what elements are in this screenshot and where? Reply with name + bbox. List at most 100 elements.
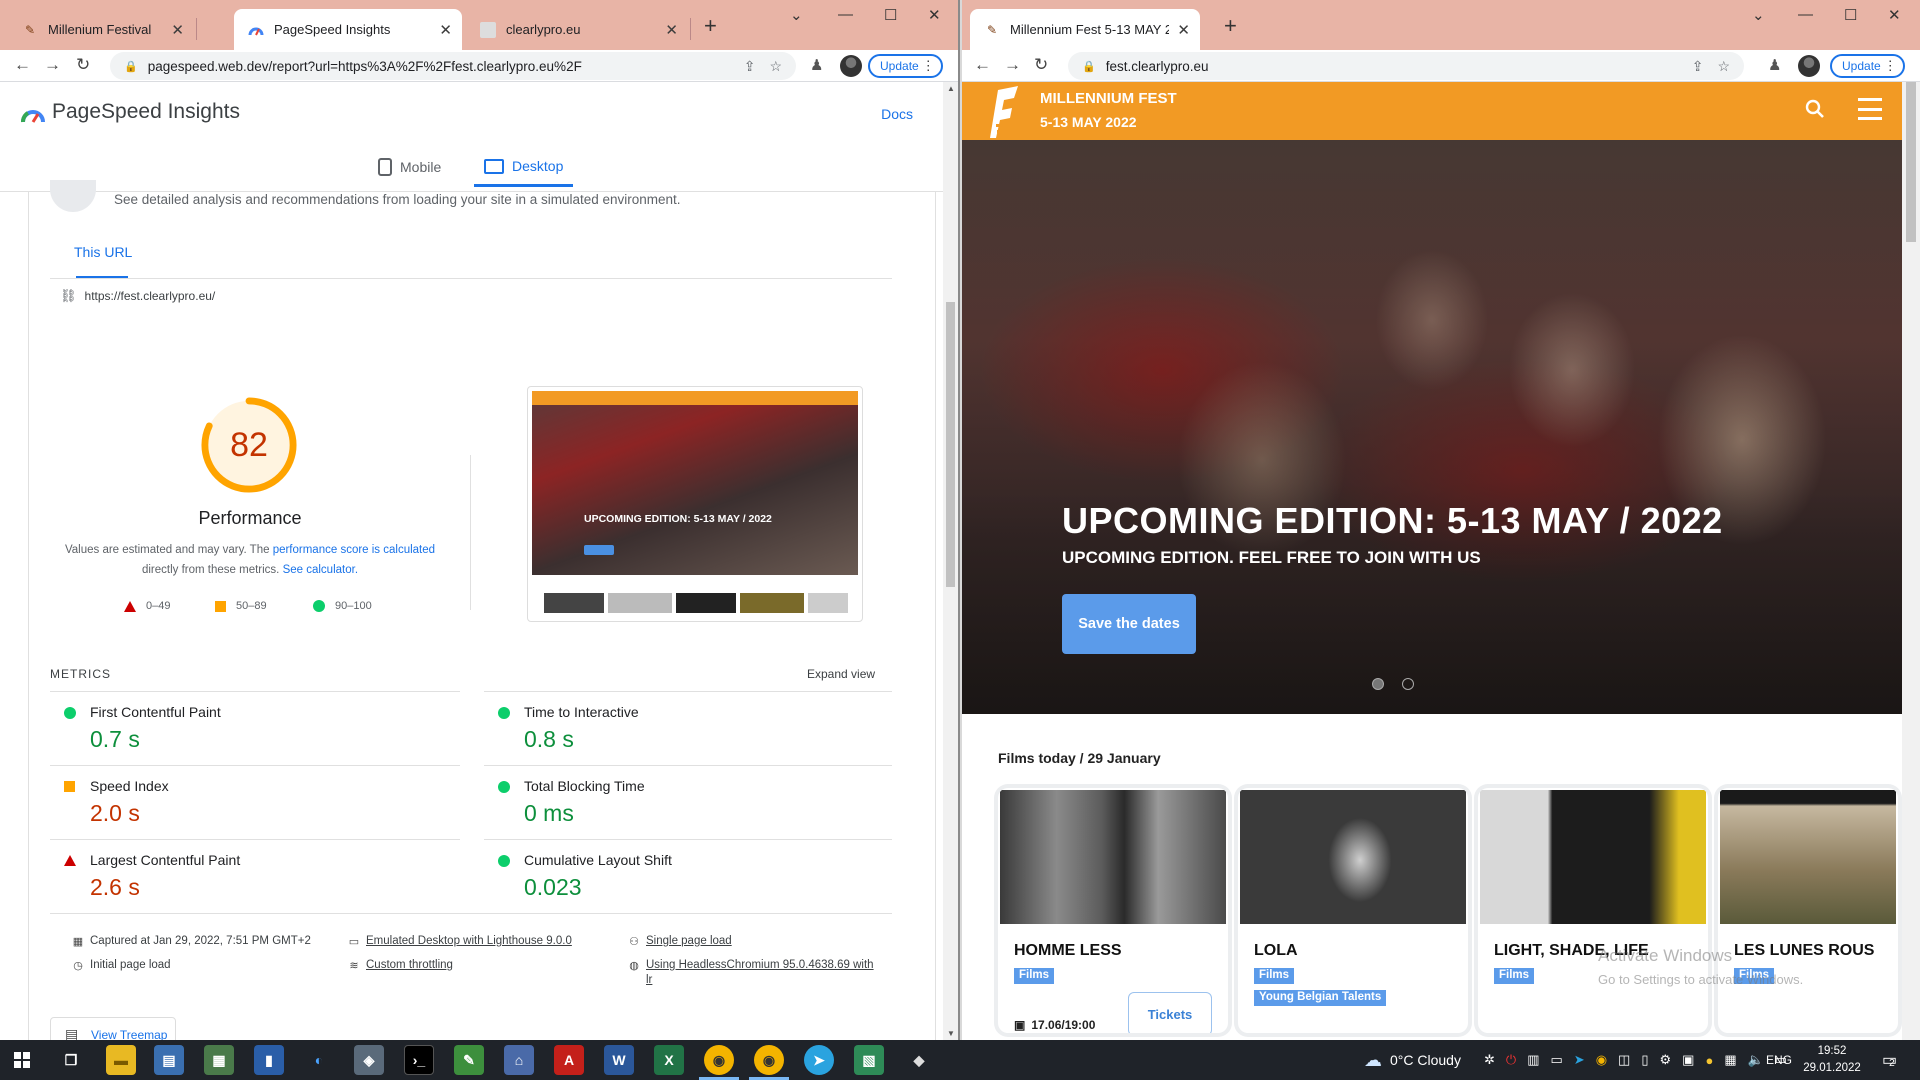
notepad-icon[interactable]: ✎ bbox=[454, 1045, 484, 1075]
film-card[interactable]: HOMME LESS Films ▣ 17.06/19:00 Tickets bbox=[998, 788, 1228, 1033]
close-tab-icon[interactable]: ✕ bbox=[171, 21, 184, 39]
address-bar[interactable]: 🔒 fest.clearlypro.eu ⇪ ☆ bbox=[1068, 52, 1744, 80]
word-icon[interactable]: W bbox=[604, 1045, 634, 1075]
tab-pagespeed-insights[interactable]: PageSpeed Insights ✕ bbox=[234, 9, 462, 50]
telegram-tray-icon[interactable]: ➤ bbox=[1574, 1052, 1585, 1068]
expand-view-button[interactable]: Expand view bbox=[807, 667, 875, 681]
app-icon[interactable]: ▧ bbox=[854, 1045, 884, 1075]
fest-title[interactable]: MILLENNIUM FEST bbox=[1040, 90, 1177, 107]
film-card[interactable]: LES LUNES ROUS Films bbox=[1718, 788, 1898, 1033]
view-treemap-button[interactable]: ▤ View Treemap bbox=[50, 1017, 176, 1040]
acrobat-icon[interactable]: A bbox=[554, 1045, 584, 1075]
app-icon[interactable]: ◈ bbox=[354, 1045, 384, 1075]
forward-icon[interactable]: → bbox=[44, 55, 61, 75]
notification-center[interactable]: ▭ 2 bbox=[1882, 1040, 1897, 1080]
network-app-icon[interactable]: ⌂ bbox=[504, 1045, 534, 1075]
terminal-icon[interactable]: ›_ bbox=[404, 1045, 434, 1075]
profile-avatar[interactable] bbox=[840, 55, 862, 77]
excel-icon[interactable]: X bbox=[654, 1045, 684, 1075]
tag-badge[interactable]: Young Belgian Talents bbox=[1254, 990, 1387, 1006]
profile-avatar[interactable] bbox=[1798, 55, 1820, 77]
update-button[interactable]: Update ⋮ bbox=[868, 54, 943, 78]
tray-icon[interactable]: ▭ bbox=[1551, 1052, 1563, 1068]
headless-chromium[interactable]: ◍ Using HeadlessChromium 95.0.4638.69 wi… bbox=[628, 959, 873, 986]
scrollbar-thumb[interactable] bbox=[1906, 82, 1916, 242]
tag-badge[interactable]: Films bbox=[1254, 968, 1295, 984]
tray-icon[interactable]: ✲ bbox=[1484, 1052, 1495, 1068]
address-bar[interactable]: 🔒 pagespeed.web.dev/report?url=https%3A%… bbox=[110, 52, 796, 80]
forward-icon[interactable]: → bbox=[1004, 55, 1021, 75]
tag-badge[interactable]: Films bbox=[1494, 968, 1535, 984]
edge-icon[interactable]: ◐ bbox=[304, 1045, 334, 1075]
save-the-dates-button[interactable]: Save the dates bbox=[1062, 594, 1196, 654]
file-explorer-icon[interactable]: ▬ bbox=[106, 1045, 136, 1075]
bookmark-star-icon[interactable]: ☆ bbox=[1717, 58, 1730, 75]
tray-icon[interactable]: ▣ bbox=[1682, 1052, 1694, 1068]
tab-this-url[interactable]: This URL bbox=[74, 244, 132, 260]
app-icon[interactable]: ▤ bbox=[154, 1045, 184, 1075]
share-icon[interactable]: ⇪ bbox=[744, 58, 756, 75]
extensions-icon[interactable]: ♟ bbox=[1768, 56, 1781, 74]
tab-millenium-festival[interactable]: ✎ Millenium Festival ✕ bbox=[8, 9, 194, 50]
close-window-button[interactable]: ✕ bbox=[928, 6, 941, 24]
carousel-dot[interactable] bbox=[1402, 678, 1414, 690]
film-card[interactable]: LIGHT, SHADE, LIFE Films bbox=[1478, 788, 1708, 1033]
new-tab-button[interactable]: + bbox=[704, 13, 717, 39]
chrome-icon[interactable]: ◉ bbox=[704, 1045, 734, 1075]
tray-icon[interactable]: ◫ bbox=[1618, 1052, 1630, 1068]
menu-dots-icon[interactable]: ⋮ bbox=[1884, 58, 1897, 74]
app-icon[interactable]: ◆ bbox=[904, 1045, 934, 1075]
tray-icon[interactable]: ▥ bbox=[1527, 1052, 1539, 1068]
carousel-dot-active[interactable] bbox=[1372, 678, 1384, 690]
tray-icon[interactable]: ▯ bbox=[1641, 1052, 1648, 1068]
tickets-button[interactable]: Tickets bbox=[1128, 992, 1212, 1033]
close-tab-icon[interactable]: ✕ bbox=[439, 21, 452, 39]
see-calculator-link[interactable]: See calculator. bbox=[283, 564, 358, 576]
bookmark-star-icon[interactable]: ☆ bbox=[769, 58, 782, 75]
scrollbar[interactable]: ▲ ▼ bbox=[943, 82, 958, 1040]
scrollbar-thumb[interactable] bbox=[946, 302, 955, 587]
app-icon[interactable]: ▦ bbox=[204, 1045, 234, 1075]
app-icon[interactable]: ▮ bbox=[254, 1045, 284, 1075]
score-calculated-link[interactable]: performance score is calculated bbox=[273, 544, 435, 556]
close-tab-icon[interactable]: ✕ bbox=[665, 21, 678, 39]
tray-icon[interactable]: ● bbox=[1705, 1053, 1713, 1068]
clock[interactable]: 19:52 29.01.2022 bbox=[1800, 1043, 1864, 1077]
close-tab-icon[interactable]: ✕ bbox=[1177, 21, 1190, 39]
task-view-icon[interactable]: ❐ bbox=[56, 1045, 86, 1075]
close-window-button[interactable]: ✕ bbox=[1888, 6, 1901, 24]
scroll-down-icon[interactable]: ▼ bbox=[947, 1029, 955, 1038]
telegram-icon[interactable]: ➤ bbox=[804, 1045, 834, 1075]
emulated-desktop[interactable]: ▭ Emulated Desktop with Lighthouse 9.0.0 bbox=[348, 935, 572, 948]
chrome-icon[interactable]: ◉ bbox=[754, 1045, 784, 1075]
back-icon[interactable]: ← bbox=[974, 55, 991, 75]
tab-desktop[interactable]: Desktop bbox=[473, 158, 574, 187]
tray-icon[interactable]: ⏻ bbox=[1506, 1052, 1516, 1068]
back-icon[interactable]: ← bbox=[14, 55, 31, 75]
minimize-button[interactable]: — bbox=[1798, 6, 1813, 23]
tab-millennium-fest[interactable]: ✎ Millennium Fest 5-13 MAY 2022 ✕ bbox=[970, 9, 1200, 50]
chrome-tray-icon[interactable]: ◉ bbox=[1596, 1052, 1607, 1068]
volume-icon[interactable]: 🔈 bbox=[1748, 1052, 1764, 1068]
tray-icon[interactable]: ⚙ bbox=[1660, 1052, 1672, 1068]
single-page-load[interactable]: ⚇ Single page load bbox=[628, 935, 732, 948]
tab-search-icon[interactable]: ⌄ bbox=[790, 6, 803, 24]
reload-icon[interactable]: ↻ bbox=[1034, 55, 1048, 75]
tag-badge[interactable]: Films bbox=[1014, 968, 1055, 984]
film-card[interactable]: LOLA Films Young Belgian Talents bbox=[1238, 788, 1468, 1033]
scroll-up-icon[interactable]: ▲ bbox=[947, 84, 955, 93]
new-tab-button[interactable]: + bbox=[1224, 13, 1237, 39]
scrollbar[interactable] bbox=[1902, 82, 1920, 1040]
language-indicator[interactable]: ENG bbox=[1766, 1040, 1792, 1080]
search-icon[interactable] bbox=[1804, 98, 1826, 120]
update-button[interactable]: Update ⋮ bbox=[1830, 54, 1905, 78]
film-strip-logo-icon[interactable] bbox=[984, 84, 1024, 140]
share-icon[interactable]: ⇪ bbox=[1692, 58, 1704, 75]
maximize-button[interactable]: ☐ bbox=[1844, 6, 1857, 24]
tab-mobile[interactable]: Mobile bbox=[378, 158, 441, 176]
minimize-button[interactable]: — bbox=[838, 6, 853, 23]
docs-link[interactable]: Docs bbox=[881, 106, 913, 122]
maximize-button[interactable]: ☐ bbox=[884, 6, 897, 24]
tab-clearlypro[interactable]: clearlypro.eu ✕ bbox=[466, 9, 688, 50]
extensions-icon[interactable]: ♟ bbox=[810, 56, 823, 74]
